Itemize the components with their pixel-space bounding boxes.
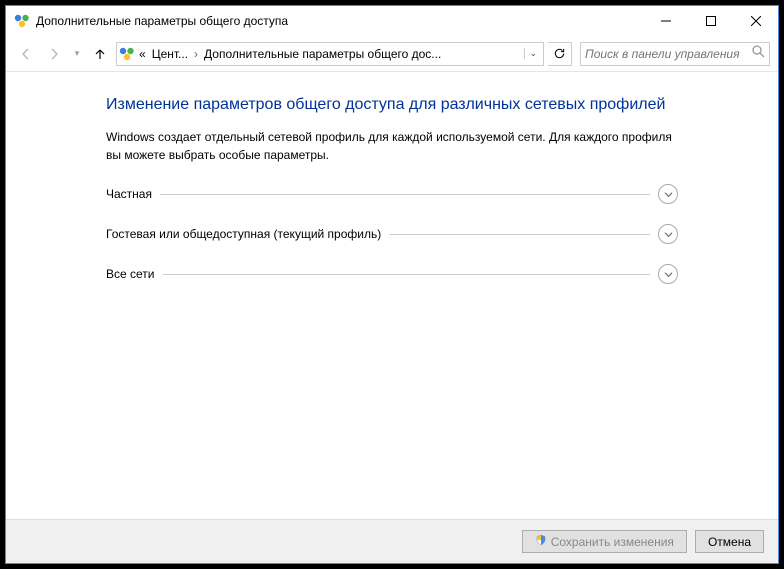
- breadcrumb-item-2[interactable]: Дополнительные параметры общего дос...: [202, 47, 443, 61]
- navigation-bar: ▾ « Цент... › Дополнительные параметры о…: [6, 36, 778, 72]
- window-frame: Дополнительные параметры общего доступа …: [5, 5, 779, 564]
- expand-button[interactable]: [658, 184, 678, 204]
- save-button[interactable]: Сохранить изменения: [522, 530, 687, 553]
- profile-label: Все сети: [106, 267, 155, 281]
- breadcrumb-item-1[interactable]: Цент...: [150, 47, 190, 61]
- maximize-button[interactable]: [688, 6, 733, 36]
- history-dropdown[interactable]: ▾: [70, 48, 84, 59]
- cancel-button-label: Отмена: [708, 535, 751, 549]
- back-button[interactable]: [14, 42, 38, 66]
- search-icon: [751, 44, 765, 63]
- forward-button[interactable]: [42, 42, 66, 66]
- profile-section-private[interactable]: Частная: [106, 184, 678, 204]
- page-heading: Изменение параметров общего доступа для …: [106, 96, 678, 114]
- shield-icon: [535, 534, 547, 549]
- chevron-down-icon: [664, 190, 673, 199]
- footer-bar: Сохранить изменения Отмена: [6, 519, 778, 563]
- address-icon: [119, 46, 135, 62]
- titlebar: Дополнительные параметры общего доступа: [6, 6, 778, 36]
- expand-button[interactable]: [658, 264, 678, 284]
- chevron-down-icon: [664, 230, 673, 239]
- breadcrumb-root-prefix[interactable]: «: [137, 47, 148, 61]
- content-area: Изменение параметров общего доступа для …: [6, 72, 778, 519]
- window-title: Дополнительные параметры общего доступа: [36, 14, 643, 28]
- profile-divider: [389, 234, 650, 235]
- up-button[interactable]: [88, 42, 112, 66]
- profile-divider: [163, 274, 651, 275]
- save-button-label: Сохранить изменения: [551, 535, 674, 549]
- search-input[interactable]: [585, 47, 751, 61]
- breadcrumb-separator: ›: [192, 47, 200, 61]
- profile-label: Частная: [106, 187, 152, 201]
- profile-label: Гостевая или общедоступная (текущий проф…: [106, 227, 381, 241]
- app-icon: [14, 13, 30, 29]
- address-dropdown[interactable]: ⌄: [524, 48, 541, 59]
- close-button[interactable]: [733, 6, 778, 36]
- profile-divider: [160, 194, 650, 195]
- address-bar[interactable]: « Цент... › Дополнительные параметры общ…: [116, 42, 544, 66]
- refresh-button[interactable]: [548, 42, 572, 66]
- window-controls: [643, 6, 778, 36]
- expand-button[interactable]: [658, 224, 678, 244]
- page-description: Windows создает отдельный сетевой профил…: [106, 128, 678, 164]
- minimize-button[interactable]: [643, 6, 688, 36]
- profile-section-guest[interactable]: Гостевая или общедоступная (текущий проф…: [106, 224, 678, 244]
- search-box[interactable]: [580, 42, 770, 66]
- cancel-button[interactable]: Отмена: [695, 530, 764, 553]
- chevron-down-icon: [664, 270, 673, 279]
- profile-section-all[interactable]: Все сети: [106, 264, 678, 284]
